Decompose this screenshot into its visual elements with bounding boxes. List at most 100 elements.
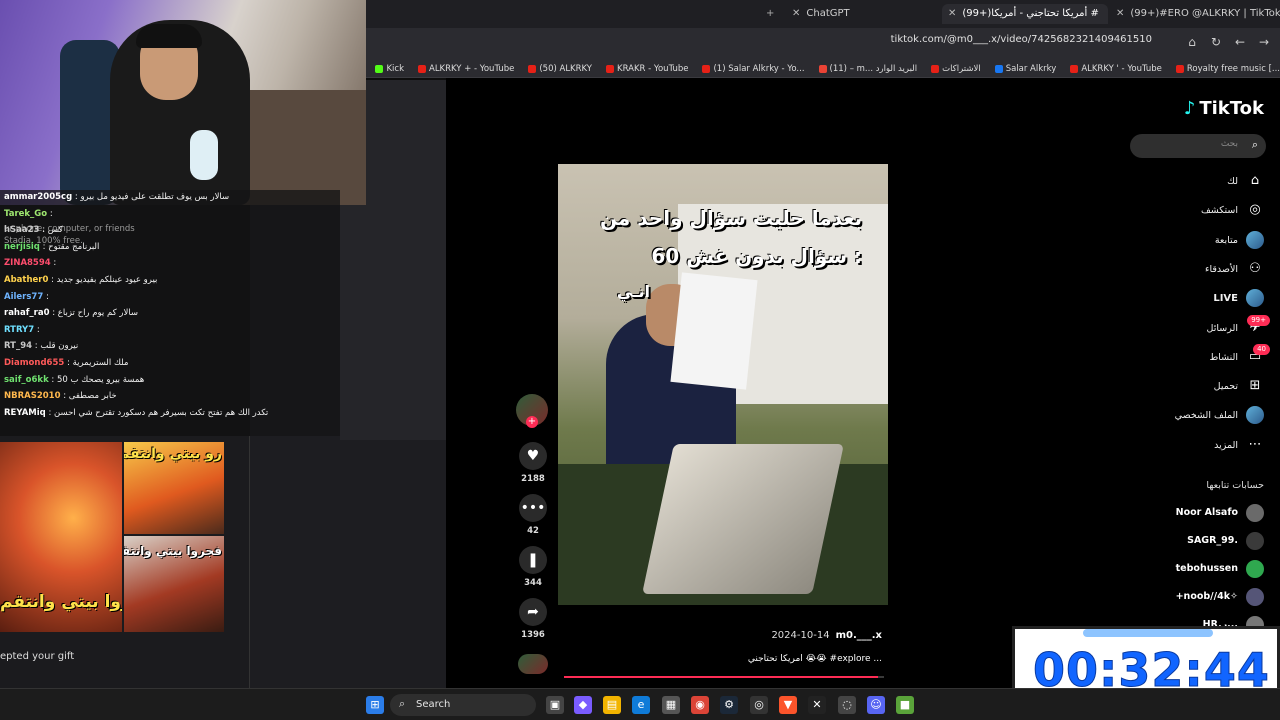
capcut-icon[interactable]: ✕ [808, 696, 826, 714]
reload-icon[interactable]: ↻ [1208, 34, 1224, 50]
bookmark-item[interactable]: KRAKR - YouTube [606, 58, 688, 77]
discord-icon[interactable]: ☺ [867, 696, 885, 714]
obs-icon[interactable]: ◎ [750, 696, 768, 714]
task-view-icon[interactable]: ▣ [546, 696, 564, 714]
bookmark-favicon-icon [1175, 64, 1184, 73]
tab-tiktok-video[interactable]: ✕ (99+)أمريكا تحتاجني - أمريكا # [942, 4, 1108, 24]
bookmark-item[interactable]: (50) ALKRKY [528, 58, 592, 77]
chat-message: REYAMiq : تكدر الك هم تفتح تكت بسيرفر هم… [4, 408, 268, 418]
chat-username[interactable]: Diamond655 [4, 358, 64, 368]
chat-username[interactable]: Abather0 [4, 275, 48, 285]
windows-taskbar: ⊞ ⌕ Search ▣ ◆ ▤ e ▦ ◉ ⚙ ◎ ▼ ✕ ◌ ☺ ■ [0, 688, 1280, 720]
upload-icon: ⊞ [1249, 378, 1261, 394]
bookmark-count: 344 [524, 578, 542, 588]
bookmark-favicon-icon [818, 64, 827, 73]
close-icon[interactable]: ✕ [792, 8, 800, 19]
chat-username[interactable]: ammar2005cg [4, 192, 72, 202]
chat-text: : كس [42, 225, 63, 236]
edge-icon[interactable]: e [632, 696, 650, 714]
back-icon[interactable]: ← [1232, 34, 1248, 50]
chat-message: NBRAS2010 : خابر مصطفى [4, 391, 117, 401]
chat-message: ZINA8594 : [4, 258, 56, 268]
comment-action: ••• 42 [518, 494, 548, 536]
chat-username[interactable]: RTRY7 [4, 325, 34, 335]
chat-message: ammar2005cg : سالار بس يوف تطلقت على فيد… [4, 192, 229, 202]
copilot-icon[interactable]: ◆ [574, 696, 592, 714]
like-action: ♥ 2188 [518, 442, 548, 484]
forward-icon[interactable]: → [1256, 34, 1272, 50]
file-explorer-icon[interactable]: ▤ [603, 696, 621, 714]
chat-username[interactable]: saif_o6kk [4, 375, 49, 385]
bookmark-item[interactable]: ALKRKY + - YouTube [418, 58, 514, 77]
chat-username[interactable]: rahaf_ra0 [4, 308, 50, 318]
video-player[interactable]: بعدما حليت سؤال واحد من 60 سؤال بدون غش … [558, 164, 888, 605]
chat-username[interactable]: Ailers77 [4, 292, 43, 302]
chat-username[interactable]: REYAMiq [4, 408, 46, 418]
following-avatar [1246, 230, 1264, 249]
browser-tab-bar: + ✕ ChatGPT ✕ (99+)أمريكا تحتاجني - أمريكا… [366, 0, 1280, 28]
bookmark-favicon-icon [375, 64, 384, 73]
bookmark-item[interactable]: (11) – m... البريد الوارد [818, 58, 917, 77]
creator-handle[interactable]: m0.___.x [836, 630, 882, 641]
video-thumbnail[interactable]: حروا بيتي وانتقم [0, 442, 122, 632]
close-icon[interactable]: ✕ [948, 8, 956, 19]
bookmark-item[interactable]: Royalty free music [... [1175, 58, 1280, 77]
notification-badge: 99+ [1247, 314, 1270, 326]
chat-username[interactable]: Tarek_Go [4, 209, 47, 219]
bookmark-icon[interactable]: ❚ [519, 546, 547, 574]
avatar [1246, 532, 1264, 550]
search-input[interactable]: بحث ⌕ [1130, 134, 1266, 158]
close-icon[interactable]: ✕ [1116, 8, 1124, 19]
minecraft-icon[interactable]: ■ [896, 696, 914, 714]
tab-chatgpt[interactable]: ✕ ChatGPT [786, 4, 926, 24]
brave-icon[interactable]: ▼ [779, 696, 797, 714]
bookmark-item[interactable]: Salar Alkrky [994, 58, 1056, 77]
comment-icon[interactable]: ••• [519, 494, 547, 522]
gift-notice: epted your gift [0, 651, 75, 662]
bookmark-action: ❚ 344 [518, 546, 548, 588]
share-action: ➦ 1396 [518, 598, 548, 640]
store-icon[interactable]: ▦ [662, 696, 680, 714]
video-thumbnail[interactable]: رو بيتي وانتقمت [124, 442, 224, 534]
chat-text: : تكدر الك هم تفتح تكت بسيرفر هم دسكورد … [48, 407, 269, 418]
chrome-icon[interactable]: ◉ [691, 696, 709, 714]
tiktok-logo[interactable]: ♪ TikTok [1184, 98, 1264, 119]
notification-badge: 40 [1253, 343, 1270, 355]
chat-username[interactable]: NBRAS2010 [4, 391, 61, 401]
avatar [1246, 588, 1264, 606]
bookmark-item[interactable]: Kick [375, 58, 404, 77]
share-icon[interactable]: ➦ [519, 598, 547, 626]
chat-username[interactable]: nerjisiq [4, 242, 40, 252]
webcam-feed [0, 0, 366, 205]
url-field[interactable]: tiktok.com/@m0___.x/video/74256823214094… [891, 34, 1152, 45]
like-icon[interactable]: ♥ [519, 442, 547, 470]
home-icon[interactable]: ⌂ [1184, 34, 1200, 50]
bookmark-favicon-icon [994, 64, 1003, 73]
chat-text: : ملك الستريمرية [66, 358, 129, 368]
chat-text: : خابر مصطفى [63, 391, 117, 402]
chat-message: Tarek_Go : [4, 209, 53, 219]
app-icon[interactable]: ◌ [838, 696, 856, 714]
steam-icon[interactable]: ⚙ [720, 696, 738, 714]
bookmark-favicon-icon [528, 64, 537, 73]
taskbar-search[interactable]: ⌕ Search [390, 694, 536, 716]
search-icon: ⌕ [399, 697, 406, 710]
follow-plus-button[interactable]: + [526, 416, 538, 428]
bookmark-item[interactable]: ALKRKY ' - YouTube [1070, 58, 1162, 77]
chat-username[interactable]: ZINA8594 [4, 258, 51, 268]
tab-tiktok-profile[interactable]: ✕ (99+)#ERO @ALKRKY | TikTok [1110, 4, 1280, 24]
bookmark-item[interactable]: (1) Salar Alkrky - Yo... [702, 58, 805, 77]
friends-icon: ⚇ [1249, 260, 1261, 276]
tiktok-note-icon: ♪ [1183, 98, 1196, 119]
bookmark-item[interactable]: الاشتراكات [931, 58, 981, 77]
video-progress[interactable] [564, 676, 884, 678]
video-thumbnail[interactable]: فجروا بيتي وانتقمت [124, 536, 224, 632]
sound-avatar[interactable] [518, 654, 548, 674]
search-icon[interactable]: ⌕ [1252, 138, 1258, 152]
share-count: 1396 [521, 630, 545, 640]
bookmark-favicon-icon [1070, 64, 1079, 73]
video-caption: انـي [616, 282, 650, 301]
windows-start-icon[interactable]: ⊞ [366, 696, 384, 714]
chat-username[interactable]: RT_94 [4, 341, 32, 351]
chat-username[interactable]: hSaa23 [4, 225, 39, 235]
